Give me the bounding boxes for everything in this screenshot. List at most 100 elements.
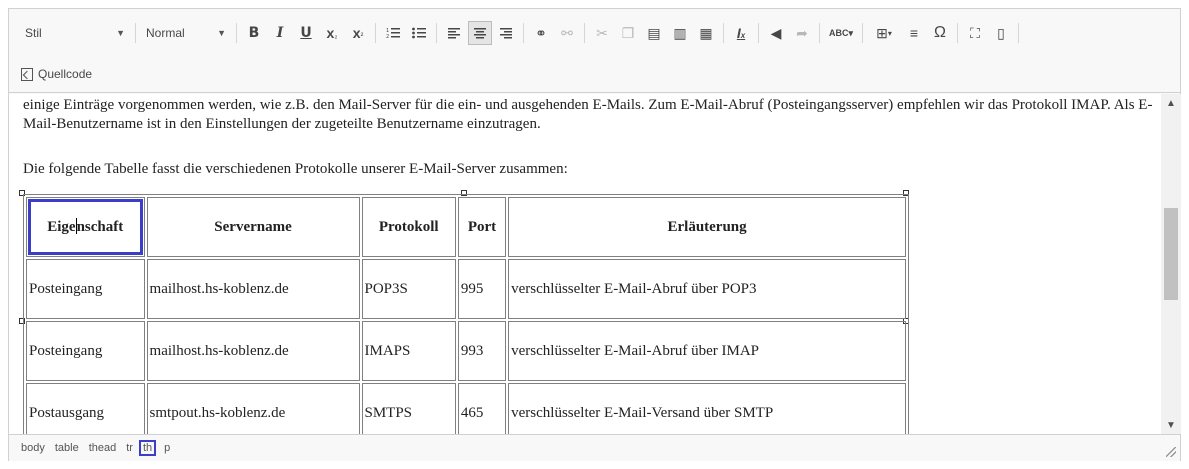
toolbar-row-1: Stil ▼ Normal ▼ B I U x₂ x² 12 ⚭ ⚯ ✂ ❐ ▤…: [19, 19, 1023, 47]
path-item-tr[interactable]: tr: [124, 441, 135, 455]
underline-button[interactable]: U: [294, 21, 318, 45]
copy-icon: ❐: [621, 24, 635, 41]
table-header-cell[interactable]: Port: [457, 197, 507, 257]
table-header-cell[interactable]: Erläuterung: [508, 197, 906, 257]
chevron-down-icon: ▼: [116, 28, 125, 38]
table-cell[interactable]: mailhost.hs-koblenz.de: [146, 259, 360, 319]
maximize-button[interactable]: ⛶: [963, 21, 987, 45]
style-dropdown-label: Stil: [25, 26, 42, 40]
scrollbar-thumb[interactable]: [1164, 208, 1178, 300]
paragraph-intro: einige Einträge vorgenommen werden, wie …: [23, 97, 1153, 132]
spellcheck-button[interactable]: ABC▾: [825, 21, 857, 45]
table-icon: ⊞: [876, 24, 888, 41]
bulleted-list-button[interactable]: [407, 21, 431, 45]
numbered-list-button[interactable]: 12: [381, 21, 405, 45]
toolbar-separator: [375, 23, 376, 43]
superscript-button[interactable]: x²: [346, 21, 370, 45]
table-row: Posteingang mailhost.hs-koblenz.de IMAPS…: [26, 321, 906, 381]
table-cell[interactable]: Posteingang: [26, 259, 145, 319]
table-cell[interactable]: 995: [457, 259, 507, 319]
link-button[interactable]: ⚭: [529, 21, 553, 45]
toolbar-separator: [862, 23, 863, 43]
cut-button[interactable]: ✂: [590, 21, 614, 45]
table-cell[interactable]: IMAPS: [361, 321, 456, 381]
table-cell[interactable]: smtpout.hs-koblenz.de: [146, 383, 360, 434]
toolbar-separator: [584, 23, 585, 43]
path-item-table[interactable]: table: [53, 441, 81, 455]
clipboard-text-icon: ▥: [673, 24, 687, 41]
source-icon: [21, 67, 33, 81]
toolbar-separator: [135, 23, 136, 43]
remove-format-icon: Ix: [736, 25, 746, 41]
table-cell[interactable]: verschlüsselter E-Mail-Abruf über IMAP: [508, 321, 906, 381]
undo-button[interactable]: ◀: [764, 21, 788, 45]
table-cell[interactable]: SMTPS: [361, 383, 456, 434]
align-left-icon: [448, 27, 460, 38]
vertical-scrollbar[interactable]: ▲ ▼: [1161, 94, 1181, 434]
table-body: Posteingang mailhost.hs-koblenz.de POP3S…: [26, 259, 906, 434]
maximize-icon: ⛶: [970, 24, 980, 41]
source-button[interactable]: Quellcode: [21, 63, 92, 85]
table-cell[interactable]: Posteingang: [26, 321, 145, 381]
paste-button[interactable]: ▤: [642, 21, 666, 45]
paragraph-table-intro: Die folgende Tabelle fasst die verschied…: [23, 161, 568, 177]
bulleted-list-icon: [412, 27, 426, 39]
paste-word-button[interactable]: ▦: [694, 21, 718, 45]
path-item-thead[interactable]: thead: [87, 441, 119, 455]
table-header-cell[interactable]: Protokoll: [361, 197, 456, 257]
table-header-row: Eigenschaft Servername Protokoll Port Er…: [26, 197, 906, 257]
header-text-before-caret: Eige: [47, 219, 76, 235]
align-center-icon: [474, 27, 486, 38]
bold-button[interactable]: B: [242, 21, 266, 45]
horizontal-line-icon: ≡: [909, 25, 919, 41]
path-item-body[interactable]: body: [19, 441, 47, 455]
toolbar-separator: [1018, 23, 1019, 43]
style-dropdown[interactable]: Stil ▼: [19, 20, 131, 46]
scroll-down-arrow-icon[interactable]: ▼: [1161, 416, 1181, 434]
toolbar-separator: [523, 23, 524, 43]
show-blocks-button[interactable]: ▯: [989, 21, 1013, 45]
resize-handle-icon[interactable]: [1166, 447, 1176, 457]
toolbar-separator: [236, 23, 237, 43]
redo-button[interactable]: ➦: [790, 21, 814, 45]
align-center-button[interactable]: [468, 21, 492, 45]
format-dropdown[interactable]: Normal ▼: [140, 20, 232, 46]
horizontal-line-button[interactable]: ≡: [902, 21, 926, 45]
italic-button[interactable]: I: [268, 21, 292, 45]
table-header-cell[interactable]: Eigenschaft: [26, 197, 145, 257]
table-cell[interactable]: mailhost.hs-koblenz.de: [146, 321, 360, 381]
table-button[interactable]: ⊞ ▾: [868, 21, 900, 45]
link-icon: ⚭: [535, 24, 547, 41]
scroll-up-arrow-icon[interactable]: ▲: [1161, 94, 1181, 112]
align-right-button[interactable]: [494, 21, 518, 45]
spellcheck-icon: ABC▾: [828, 27, 854, 38]
align-left-button[interactable]: [442, 21, 466, 45]
protocol-table[interactable]: Eigenschaft Servername Protokoll Port Er…: [23, 194, 909, 434]
copy-button[interactable]: ❐: [616, 21, 640, 45]
table-cell[interactable]: Postausgang: [26, 383, 145, 434]
remove-format-button[interactable]: Ix: [729, 21, 753, 45]
format-dropdown-label: Normal: [146, 26, 185, 40]
table-cell[interactable]: 465: [457, 383, 507, 434]
table-cell[interactable]: verschlüsselter E-Mail-Abruf über POP3: [508, 259, 906, 319]
unlink-button[interactable]: ⚯: [555, 21, 579, 45]
subscript-button[interactable]: x₂: [320, 21, 344, 45]
editor-content[interactable]: einige Einträge vorgenommen werden, wie …: [9, 94, 1161, 434]
table-cell[interactable]: verschlüsselter E-Mail-Versand über SMTP: [508, 383, 906, 434]
table-cell[interactable]: POP3S: [361, 259, 456, 319]
show-blocks-icon: ▯: [997, 24, 1005, 41]
align-right-icon: [500, 27, 512, 38]
table-head: Eigenschaft Servername Protokoll Port Er…: [26, 197, 906, 257]
paste-text-button[interactable]: ▥: [668, 21, 692, 45]
special-char-button[interactable]: Ω: [928, 21, 952, 45]
redo-icon: ➦: [796, 24, 808, 41]
table-header-cell[interactable]: Servername: [146, 197, 360, 257]
chevron-down-icon: ▼: [217, 28, 226, 38]
table-cell[interactable]: 993: [457, 321, 507, 381]
path-item-th[interactable]: th: [138, 440, 157, 456]
rich-text-editor: Stil ▼ Normal ▼ B I U x₂ x² 12 ⚭ ⚯ ✂ ❐ ▤…: [8, 8, 1181, 461]
table-row: Posteingang mailhost.hs-koblenz.de POP3S…: [26, 259, 906, 319]
omega-icon: Ω: [934, 24, 946, 41]
svg-text:2: 2: [386, 34, 389, 39]
path-item-p[interactable]: p: [162, 441, 172, 455]
